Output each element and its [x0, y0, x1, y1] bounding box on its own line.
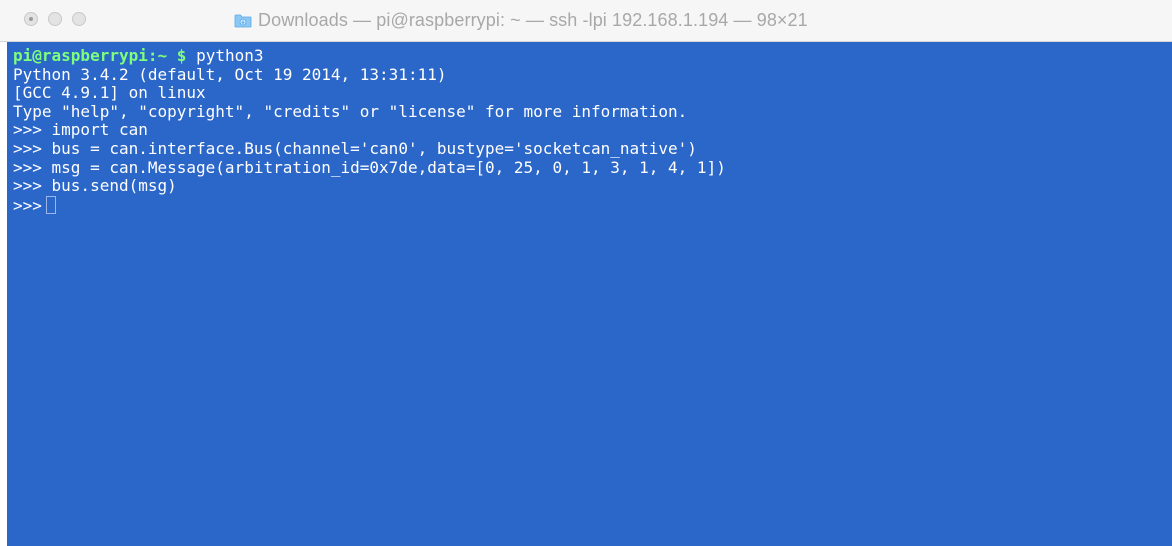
- shell-prompt-line: pi@raspberrypi:~ $ python3: [13, 46, 1172, 66]
- terminal-line: >>> bus.send(msg): [13, 176, 177, 196]
- close-button[interactable]: [24, 12, 38, 26]
- window-title-text: Downloads — pi@raspberrypi: ~ — ssh -lpi…: [258, 9, 808, 30]
- terminal-line: Python 3.4.2 (default, Oct 19 2014, 13:3…: [13, 64, 447, 84]
- terminal-line: [GCC 4.9.1] on linux: [13, 83, 206, 103]
- minimize-button[interactable]: [48, 12, 62, 26]
- terminal-window: Downloads — pi@raspberrypi: ~ — ssh -lpi…: [0, 0, 1172, 546]
- terminal-line: >>> msg = can.Message(arbitration_id=0x7…: [13, 157, 726, 177]
- prompt-user-host: pi@raspberrypi:: [13, 46, 158, 65]
- prompt-command: python3: [196, 46, 264, 65]
- terminal-line: >>> import can: [13, 120, 148, 140]
- prompt-symbol: $: [176, 46, 187, 65]
- title-bar[interactable]: Downloads — pi@raspberrypi: ~ — ssh -lpi…: [0, 0, 1172, 42]
- terminal-output[interactable]: pi@raspberrypi:~ $ python3 Python 3.4.2 …: [7, 42, 1172, 546]
- python-prompt: >>>: [13, 195, 42, 215]
- prompt-path: ~: [157, 46, 168, 65]
- terminal-line: Type "help", "copyright", "credits" or "…: [13, 101, 688, 121]
- zoom-button[interactable]: [72, 12, 86, 26]
- current-prompt-line[interactable]: >>>: [13, 195, 1172, 215]
- folder-icon: [234, 13, 252, 28]
- window-title: Downloads — pi@raspberrypi: ~ — ssh -lpi…: [234, 9, 808, 31]
- text-cursor[interactable]: [45, 195, 56, 214]
- terminal-line: >>> bus = can.interface.Bus(channel='can…: [13, 138, 697, 158]
